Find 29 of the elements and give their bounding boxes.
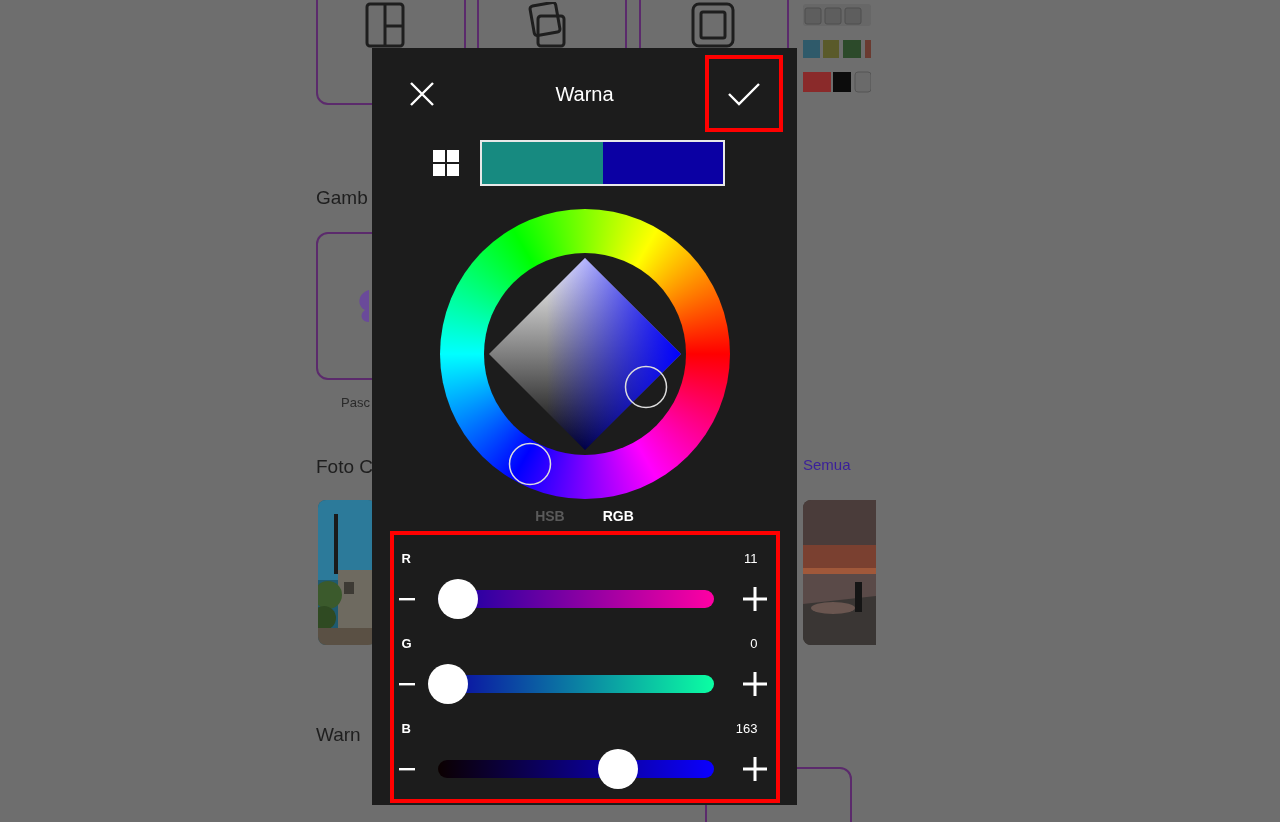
slider-thumb[interactable] (438, 579, 479, 619)
section-heading: Gamb (316, 186, 368, 210)
card-caption: Pasc (341, 394, 370, 412)
picker-handle[interactable] (623, 365, 668, 409)
channel-value: 163 (735, 720, 758, 739)
minus-icon[interactable] (398, 597, 415, 601)
mode-tab[interactable]: RGB (602, 509, 634, 523)
plus-icon[interactable] (742, 757, 767, 781)
channel-value: 0 (750, 635, 758, 654)
see-all-link[interactable]: Semua (803, 454, 851, 477)
confirm-button[interactable] (705, 55, 783, 132)
channel-label: B (401, 720, 411, 739)
grid-icon[interactable] (433, 150, 459, 176)
mode-tab[interactable]: HSB (535, 509, 565, 523)
plus-icon[interactable] (742, 672, 767, 696)
minus-icon[interactable] (398, 682, 415, 686)
close-icon[interactable] (408, 79, 436, 108)
plus-icon[interactable] (742, 587, 767, 611)
channel-label: R (401, 550, 411, 569)
channel-value: 11 (744, 550, 758, 569)
channel-label: G (401, 635, 412, 654)
dialog-title: Warna (554, 81, 615, 107)
check-icon (727, 80, 761, 107)
slider-thumb[interactable] (597, 749, 638, 789)
slider-thumb[interactable] (427, 664, 468, 704)
section-heading: Foto C (316, 455, 374, 479)
section-heading: Warn (316, 723, 361, 747)
hue-handle[interactable] (507, 442, 552, 486)
minus-icon[interactable] (398, 767, 415, 771)
